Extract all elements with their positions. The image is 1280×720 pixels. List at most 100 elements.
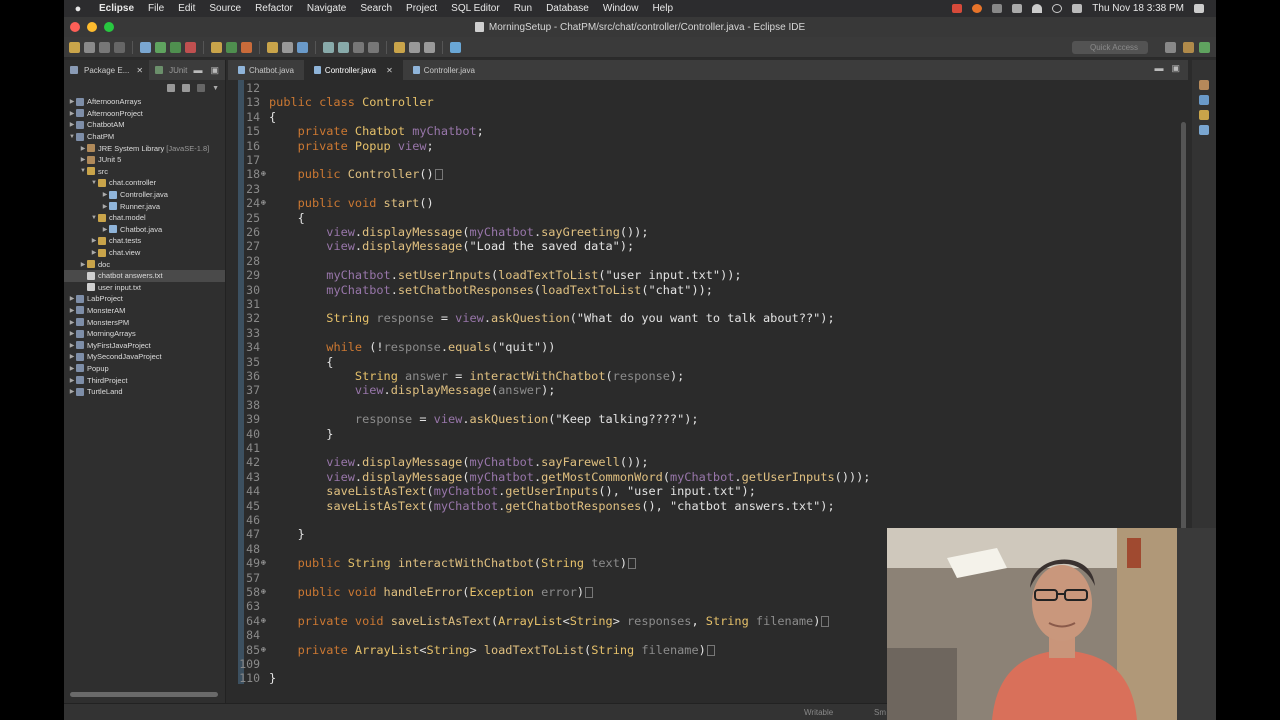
back-icon[interactable]: [394, 41, 405, 53]
collapsed-arrow-icon[interactable]: ▶: [79, 156, 87, 163]
zoom-window-button[interactable]: [104, 22, 114, 32]
wifi-icon[interactable]: [1032, 4, 1043, 13]
tree-item[interactable]: ▶ AfternoonProject: [64, 108, 225, 120]
code-line[interactable]: 16 private Popup view;: [228, 139, 1188, 153]
notification-icon[interactable]: [1194, 4, 1204, 13]
menu-window[interactable]: Window: [596, 3, 646, 14]
focus-icon[interactable]: [197, 84, 206, 92]
tab-controller-java-2[interactable]: Controller.java: [403, 60, 485, 80]
menu-edit[interactable]: Edit: [171, 3, 202, 14]
menubar-clock[interactable]: Thu Nov 18 3:38 PM: [1092, 3, 1184, 14]
last-edit-icon[interactable]: [424, 41, 435, 53]
menu-project[interactable]: Project: [399, 3, 444, 14]
collapsed-arrow-icon[interactable]: ▶: [68, 353, 76, 360]
tree-item[interactable]: ▶ Controller.java: [64, 189, 225, 201]
code-line[interactable]: 46: [228, 513, 1188, 527]
toggle-mark-icon[interactable]: [353, 41, 364, 53]
fold-toggle-icon[interactable]: ⊕: [261, 585, 266, 599]
task-list-icon[interactable]: [1199, 80, 1209, 90]
menu-navigate[interactable]: Navigate: [300, 3, 353, 14]
new-java-project-icon[interactable]: [211, 41, 222, 53]
spotlight-icon[interactable]: [1052, 4, 1063, 13]
annotation-prev-icon[interactable]: [338, 41, 349, 53]
menu-help[interactable]: Help: [645, 3, 680, 14]
collapsed-arrow-icon[interactable]: ▶: [68, 121, 76, 128]
tab-junit[interactable]: JUnit: [149, 60, 193, 80]
annotation-next-icon[interactable]: [323, 41, 334, 53]
tree-item[interactable]: ▶ JUnit 5: [64, 154, 225, 166]
tree-item[interactable]: ▶ chat.tests: [64, 235, 225, 247]
tree-item[interactable]: ▼ chat.controller: [64, 177, 225, 189]
tree-item[interactable]: user input.txt: [64, 282, 225, 294]
debug-perspective-icon[interactable]: [1199, 42, 1210, 53]
close-icon[interactable]: ✕: [136, 66, 143, 75]
battery-icon[interactable]: [1012, 4, 1023, 13]
expanded-arrow-icon[interactable]: ▼: [79, 168, 87, 174]
collapse-all-icon[interactable]: [167, 84, 176, 92]
collapsed-arrow-icon[interactable]: ▶: [68, 330, 76, 337]
tab-controller-java[interactable]: Controller.java ✕: [303, 60, 403, 80]
browser-icon[interactable]: [972, 4, 983, 13]
close-window-button[interactable]: [70, 22, 80, 32]
collapsed-block-icon[interactable]: [706, 644, 715, 656]
tab-package-explorer[interactable]: Package E... ✕: [64, 60, 150, 80]
tree-item[interactable]: ▶ AfternoonArrays: [64, 96, 225, 108]
tree-item[interactable]: ▶ MonstersPM: [64, 316, 225, 328]
tree-item[interactable]: ▶ MorningArrays: [64, 328, 225, 340]
tree-item[interactable]: ▶ doc: [64, 258, 225, 270]
collapsed-arrow-icon[interactable]: ▶: [101, 191, 109, 198]
control-center-icon[interactable]: [1072, 4, 1083, 13]
outline-icon[interactable]: [1199, 95, 1209, 105]
tree-item[interactable]: ▶ ThirdProject: [64, 374, 225, 386]
code-line[interactable]: 27 view.displayMessage("Load the saved d…: [228, 239, 1188, 253]
code-line[interactable]: 26 view.displayMessage(myChatbot.sayGree…: [228, 225, 1188, 239]
debug-icon[interactable]: [140, 41, 151, 53]
record-icon[interactable]: [952, 4, 963, 13]
tree-item[interactable]: ▼ src: [64, 166, 225, 178]
tree-item[interactable]: ▼ ChatPM: [64, 131, 225, 143]
run-config-icon[interactable]: [170, 41, 181, 53]
menu-run[interactable]: Run: [507, 3, 539, 14]
expanded-arrow-icon[interactable]: ▼: [90, 215, 98, 221]
expanded-arrow-icon[interactable]: ▼: [90, 180, 98, 186]
console-icon[interactable]: [1199, 125, 1209, 135]
code-line[interactable]: 36 String answer = interactWithChatbot(r…: [228, 369, 1188, 383]
fold-toggle-icon[interactable]: ⊕: [261, 614, 266, 628]
open-task-icon[interactable]: [297, 41, 308, 53]
apple-icon[interactable]: ●: [64, 3, 92, 15]
open-perspective-icon[interactable]: [1165, 42, 1176, 53]
problems-icon[interactable]: [1199, 110, 1209, 120]
minimize-editor-icon[interactable]: ▬: [1154, 63, 1163, 74]
menu-search[interactable]: Search: [353, 3, 399, 14]
code-line[interactable]: 34 while (!response.equals("quit")): [228, 340, 1188, 354]
code-line[interactable]: 23: [228, 182, 1188, 196]
collapsed-arrow-icon[interactable]: ▶: [90, 249, 98, 256]
collapsed-arrow-icon[interactable]: ▶: [68, 388, 76, 395]
code-line[interactable]: 18 ⊕ public Controller(): [228, 167, 1188, 181]
expanded-arrow-icon[interactable]: ▼: [68, 134, 76, 140]
code-line[interactable]: 39 response = view.askQuestion("Keep tal…: [228, 412, 1188, 426]
tree-item[interactable]: ▶ Chatbot.java: [64, 224, 225, 236]
collapsed-arrow-icon[interactable]: ▶: [68, 307, 76, 314]
code-line[interactable]: 33: [228, 326, 1188, 340]
collapsed-arrow-icon[interactable]: ▶: [101, 226, 109, 233]
code-line[interactable]: 44 saveListAsText(myChatbot.getUserInput…: [228, 484, 1188, 498]
new-package-icon[interactable]: [226, 41, 237, 53]
code-line[interactable]: 35 {: [228, 355, 1188, 369]
code-line[interactable]: 40 }: [228, 427, 1188, 441]
quick-access-field[interactable]: Quick Access: [1072, 41, 1148, 54]
save-all-icon[interactable]: [99, 41, 110, 53]
code-line[interactable]: 38: [228, 398, 1188, 412]
forward-icon[interactable]: [409, 41, 420, 53]
tree-item[interactable]: ▶ ChatbotAM: [64, 119, 225, 131]
menu-file[interactable]: File: [141, 3, 171, 14]
tree-item[interactable]: ▶ MyFirstJavaProject: [64, 339, 225, 351]
code-line[interactable]: 45 saveListAsText(myChatbot.getChatbotRe…: [228, 499, 1188, 513]
maximize-view-icon[interactable]: ▣: [210, 65, 219, 76]
search-icon[interactable]: [282, 41, 293, 53]
collapsed-arrow-icon[interactable]: ▶: [79, 145, 87, 152]
tree-item[interactable]: chatbot answers.txt: [64, 269, 225, 282]
tab-chatbot-java[interactable]: Chatbot.java: [228, 60, 304, 80]
collapsed-block-icon[interactable]: [434, 169, 443, 181]
collapsed-arrow-icon[interactable]: ▶: [68, 295, 76, 302]
